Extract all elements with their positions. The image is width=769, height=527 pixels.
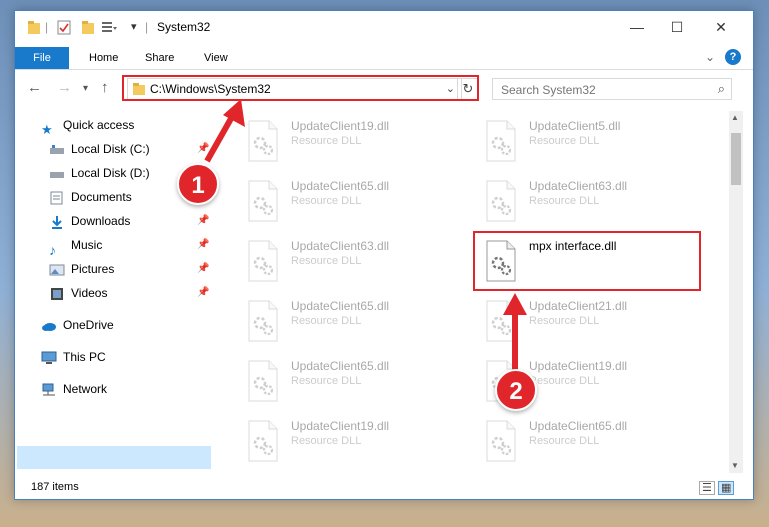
annotation-arrows [204,99,527,373]
arrow-2 [503,293,527,373]
arrow-1 [204,99,245,163]
step-badge-1: 1 [177,163,219,205]
file-explorer-window: | ▾ | System32 — ☐ ✕ File Home Share Vie… [14,10,754,500]
step-badge-2: 2 [495,369,537,411]
